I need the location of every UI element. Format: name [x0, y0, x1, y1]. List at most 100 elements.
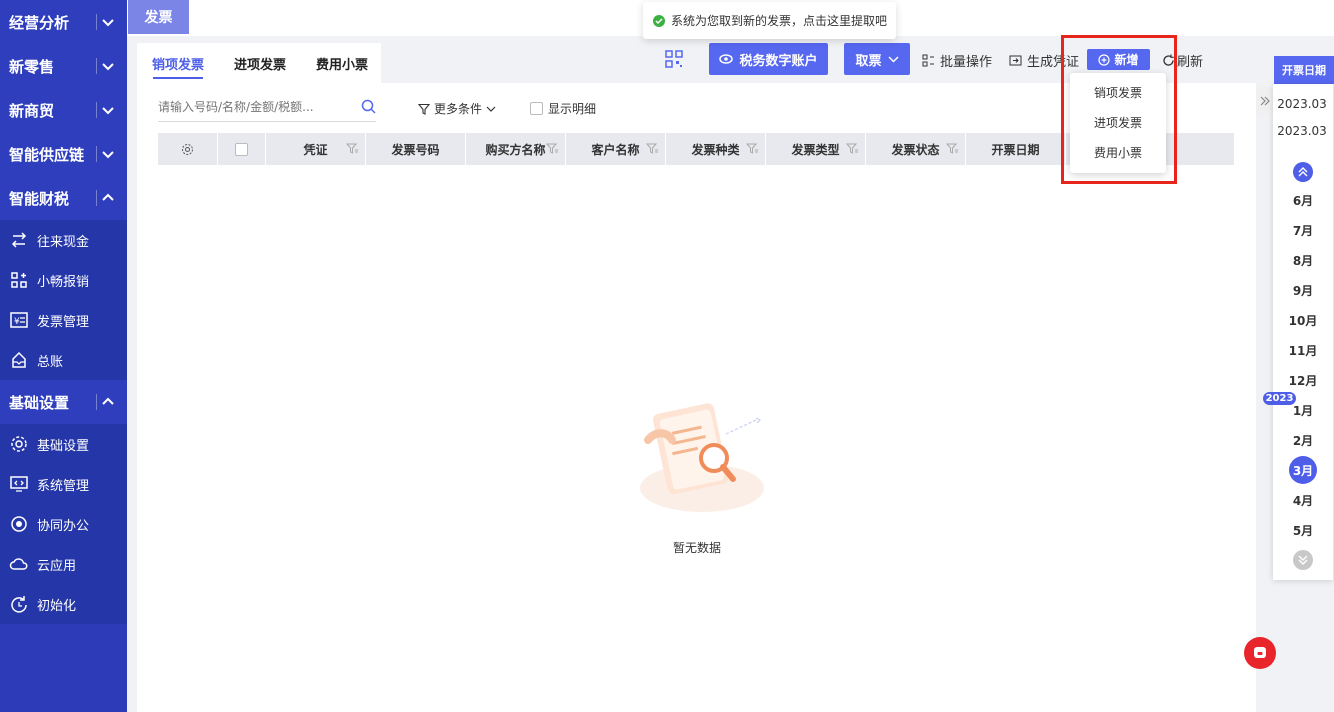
column-label: 客户名称	[591, 142, 640, 157]
column-header[interactable]: 发票状态	[866, 133, 966, 165]
show-detail-toggle[interactable]: 显示明细	[530, 100, 596, 117]
menu-item-expense-receipt[interactable]: 费用小票	[1070, 137, 1166, 167]
month-item[interactable]: 12月	[1277, 366, 1329, 394]
transfer-icon	[11, 232, 27, 248]
month-item[interactable]: 6月	[1277, 186, 1329, 214]
chevron-down-icon	[102, 107, 114, 115]
column-label: 发票类型	[791, 142, 840, 157]
sidebar-item-label: 初始化	[37, 598, 77, 614]
month-item[interactable]: 11月	[1277, 336, 1329, 364]
column-label: 发票号码	[391, 142, 440, 157]
column-label: 凭证	[303, 142, 328, 157]
scroll-up-button[interactable]	[1293, 162, 1313, 182]
sidebar-item-label: 基础设置	[37, 438, 90, 454]
sidebar-item-expense[interactable]: 小畅报销	[0, 260, 127, 300]
sidebar-group-analysis[interactable]: 经营分析	[0, 0, 127, 44]
more-filter-label: 更多条件	[434, 102, 483, 116]
column-header[interactable]: 发票类型	[766, 133, 866, 165]
column-settings[interactable]	[158, 133, 218, 165]
qr-code-icon[interactable]	[665, 50, 683, 68]
chevron-down-icon	[887, 55, 899, 63]
tax-account-button[interactable]: 税务数字账户	[709, 43, 828, 75]
filter-icon[interactable]	[846, 142, 859, 155]
sidebar-item-label: 协同办公	[37, 518, 90, 534]
chevron-down-icon	[102, 19, 114, 27]
chat-button[interactable]	[1244, 637, 1276, 669]
sidebar-item-invoice[interactable]: ¥ 发票管理	[0, 300, 127, 340]
generate-voucher-button[interactable]: 生成凭证	[1009, 48, 1079, 72]
month-item[interactable]: 1月	[1277, 396, 1329, 424]
sidebar-item-ledger[interactable]: 总账	[0, 340, 127, 380]
column-header[interactable]: 凭证	[266, 133, 366, 165]
expand-panel-button[interactable]	[1256, 87, 1274, 115]
date-panel-title: 开票日期	[1274, 56, 1334, 84]
date-from[interactable]: 2023.03	[1277, 93, 1327, 115]
notification-toast[interactable]: 系统为您取到新的发票，点击这里提取吧	[643, 2, 896, 39]
invoice-icon: ¥	[10, 312, 28, 328]
sidebar-item-init[interactable]: 初始化	[0, 584, 127, 624]
month-item[interactable]: 4月	[1277, 486, 1329, 514]
filter-icon[interactable]	[946, 142, 959, 155]
chevron-up-icon	[102, 397, 114, 405]
cloud-icon	[9, 558, 28, 570]
month-item[interactable]: 10月	[1277, 306, 1329, 334]
sidebar-group-label: 新零售	[9, 57, 55, 76]
filter-icon[interactable]	[646, 142, 659, 155]
date-to[interactable]: 2023.03	[1277, 120, 1327, 142]
sidebar: 经营分析 新零售 新商贸 智能供应链 智能财税 往来现金 小畅报销 ¥ 发票管理…	[0, 0, 127, 712]
column-header[interactable]: 购买方名称	[466, 133, 566, 165]
empty-text: 暂无数据	[673, 541, 722, 555]
column-header[interactable]: 发票号码	[366, 133, 466, 165]
month-item-active[interactable]: 3月	[1277, 456, 1329, 484]
sidebar-group-settings[interactable]: 基础设置	[0, 380, 127, 424]
tab-invoice[interactable]: 发票	[128, 0, 189, 34]
column-header[interactable]: 客户名称	[566, 133, 666, 165]
sidebar-item-cloud[interactable]: 云应用	[0, 544, 127, 584]
sidebar-group-trade[interactable]: 新商贸	[0, 88, 127, 132]
month-item[interactable]: 8月	[1277, 246, 1329, 274]
apps-icon	[11, 272, 27, 288]
sidebar-item-basic[interactable]: 基础设置	[0, 424, 127, 464]
sidebar-group-finance[interactable]: 智能财税	[0, 176, 127, 220]
filter-icon	[418, 103, 430, 115]
select-all[interactable]	[218, 133, 266, 165]
gear-icon	[182, 143, 193, 155]
select-all-checkbox[interactable]	[235, 142, 248, 156]
menu-item-purchase-invoice[interactable]: 进项发票	[1070, 107, 1166, 137]
more-filter-button[interactable]: 更多条件	[418, 100, 496, 117]
batch-icon	[922, 54, 934, 66]
column-header[interactable]: 发票种类	[666, 133, 766, 165]
sidebar-group-retail[interactable]: 新零售	[0, 44, 127, 88]
menu-item-sales-invoice[interactable]: 销项发票	[1070, 77, 1166, 107]
add-button[interactable]: 新增	[1087, 49, 1150, 70]
search-box	[158, 92, 376, 122]
double-chevron-right-icon	[1260, 96, 1270, 106]
fetch-invoice-button[interactable]: 取票	[844, 43, 910, 75]
search-icon[interactable]	[361, 99, 376, 114]
month-item[interactable]: 2月	[1277, 426, 1329, 454]
sidebar-item-collab[interactable]: 协同办公	[0, 504, 127, 544]
month-item[interactable]: 7月	[1277, 216, 1329, 244]
column-label: 发票状态	[891, 142, 940, 157]
month-item[interactable]: 9月	[1277, 276, 1329, 304]
filter-icon[interactable]	[546, 142, 559, 155]
sidebar-item-cash[interactable]: 往来现金	[0, 220, 127, 260]
tab-sales-invoice[interactable]: 销项发票	[137, 43, 219, 83]
sidebar-item-label: 往来现金	[37, 234, 90, 250]
tab-expense-receipt[interactable]: 费用小票	[301, 43, 383, 83]
toast-text: 系统为您取到新的发票，点击这里提取吧	[671, 14, 888, 28]
search-input[interactable]	[158, 99, 338, 114]
filter-icon[interactable]	[346, 142, 359, 155]
filter-icon[interactable]	[746, 142, 759, 155]
scroll-down-button[interactable]	[1293, 550, 1313, 570]
show-detail-checkbox[interactable]	[530, 102, 543, 115]
sidebar-group-label: 基础设置	[9, 393, 70, 412]
sidebar-group-supply[interactable]: 智能供应链	[0, 132, 127, 176]
refresh-button[interactable]: 刷新	[1162, 48, 1203, 72]
double-chevron-up-icon	[1298, 167, 1308, 177]
sidebar-item-system[interactable]: 系统管理	[0, 464, 127, 504]
column-header[interactable]: 开票日期	[966, 133, 1066, 165]
batch-operation-button[interactable]: 批量操作	[922, 48, 992, 72]
tab-purchase-invoice[interactable]: 进项发票	[219, 43, 301, 83]
month-item[interactable]: 5月	[1277, 516, 1329, 544]
